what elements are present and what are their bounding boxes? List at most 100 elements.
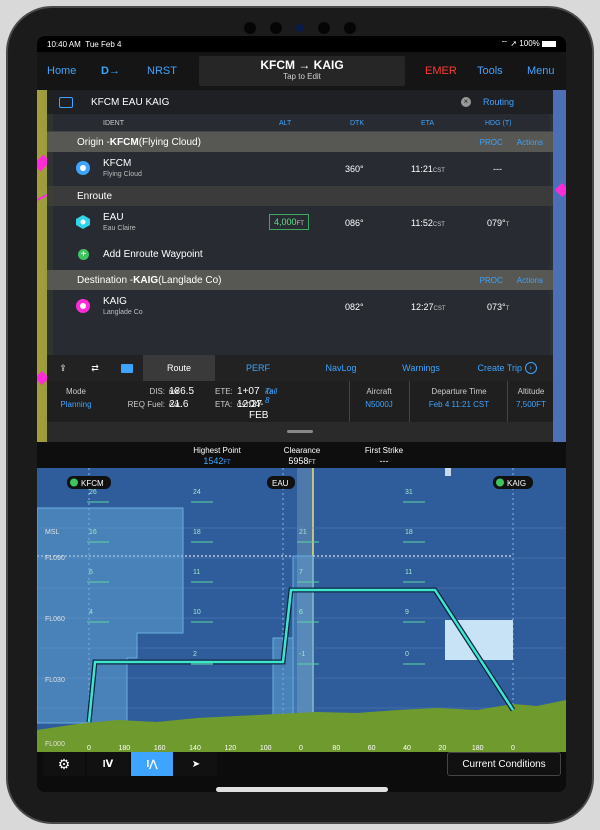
req-fuel-value: 21.6: [169, 399, 189, 410]
route-title-button[interactable]: KFCM → KAIG Tap to Edit: [199, 56, 405, 86]
aircraft-value[interactable]: N5000J: [353, 400, 405, 409]
highest-point-label: Highest Point: [193, 446, 241, 455]
x-tick-label: 0: [87, 745, 91, 752]
waypoint-eta: 12:27: [411, 302, 434, 312]
destination-header: Destination - KAIG (Langlade Co) PROC Act…: [47, 270, 553, 290]
nrst-button[interactable]: NRST: [147, 65, 177, 77]
waypoint-alt-field[interactable]: 4,000FT: [269, 214, 309, 230]
add-waypoint-row[interactable]: + Add Enroute Waypoint: [47, 240, 553, 270]
waypoint-name: Eau Claire: [103, 225, 136, 232]
waypoint-tag-eau-label: EAU: [272, 479, 289, 488]
create-trip-button[interactable]: Create Trip ›: [461, 355, 553, 381]
chevron-right-icon: ›: [524, 362, 537, 374]
battery-icon: [542, 40, 556, 47]
route-search-row: KFCM EAU KAIG × Routing: [47, 90, 553, 114]
waypoint-tag-eau[interactable]: EAU: [267, 476, 295, 489]
wind-label: 18: [193, 529, 201, 536]
current-conditions-label: Current Conditions: [462, 758, 546, 770]
col-eta[interactable]: ETA: [421, 120, 434, 127]
x-tick-label: 0: [511, 745, 515, 752]
waypoint-eta: 11:52: [411, 218, 433, 228]
eta-label: ETA:: [215, 400, 233, 409]
home-button[interactable]: Home: [47, 65, 76, 77]
destination-actions-button[interactable]: Actions: [517, 276, 543, 285]
waypoint-tag-kfcm[interactable]: KFCM: [67, 476, 111, 489]
tab-perf[interactable]: PERF: [215, 355, 301, 381]
track-up-button[interactable]: ➤: [175, 752, 217, 776]
origin-proc-button[interactable]: PROC: [480, 138, 503, 147]
trip-info-bar: Mode Planning DIS: 186.5 NM REQ Fuel: 21.…: [47, 381, 553, 422]
col-hdg[interactable]: HDG (T): [485, 120, 511, 127]
route-subtitle: Tap to Edit: [283, 72, 321, 81]
wind-label: -1: [299, 651, 305, 658]
flight-plan-panel: KFCM EAU KAIG × Routing IDENT ALT DTK ET…: [47, 90, 553, 375]
destination-name: (Langlade Co): [158, 274, 222, 286]
tools-button[interactable]: Tools: [477, 65, 503, 77]
profile-view-button[interactable]: I⋀: [131, 752, 173, 776]
waypoint-hdg: 079°: [487, 218, 506, 228]
wind-label: 10: [193, 609, 201, 616]
reverse-icon[interactable]: ⇄: [79, 355, 111, 381]
clearance-unit: FT: [308, 460, 316, 466]
waypoint-tag-kaig-label: KAIG: [507, 479, 526, 488]
col-alt[interactable]: ALT: [279, 120, 291, 127]
route-input[interactable]: KFCM EAU KAIG: [91, 97, 461, 108]
waypoint-eta-unit: CST: [432, 222, 445, 228]
highest-point-unit: FT: [223, 460, 231, 466]
waypoint-name: Langlade Co: [103, 309, 143, 316]
tab-route[interactable]: Route: [143, 355, 215, 381]
location-icon: ➚: [510, 39, 518, 48]
waypoint-row-destination[interactable]: KAIG Langlade Co 082° 12:27CST 073°T: [47, 290, 553, 324]
direct-to-button[interactable]: D→: [101, 65, 120, 77]
col-dtk[interactable]: DTK: [350, 120, 364, 127]
wind-label: 31: [405, 489, 413, 496]
waypoint-name: Flying Cloud: [103, 171, 142, 178]
home-indicator[interactable]: [216, 787, 388, 792]
vertical-scale-button[interactable]: I𝗩: [87, 752, 129, 776]
current-conditions-button[interactable]: Current Conditions: [447, 752, 561, 776]
origin-header: Origin - KFCM (Flying Cloud) PROC Actions: [47, 132, 553, 152]
waypoint-hdg: ---: [493, 164, 502, 174]
x-tick-label: 80: [332, 745, 340, 752]
waypoint-ident: KAIG: [103, 296, 127, 307]
emergency-button[interactable]: EMER: [425, 65, 457, 77]
tab-navlog-label: NavLog: [325, 363, 357, 373]
clear-icon[interactable]: ×: [461, 97, 471, 107]
enroute-header: Enroute: [47, 186, 553, 206]
tab-navlog[interactable]: NavLog: [301, 355, 381, 381]
waypoint-tag-kaig[interactable]: KAIG: [493, 476, 533, 489]
waypoint-alt-unit: FT: [296, 221, 304, 227]
origin-actions-button[interactable]: Actions: [517, 138, 543, 147]
departure-value[interactable]: Feb 4 11:21 CST: [413, 400, 505, 409]
divider: [409, 381, 410, 422]
waypoint-eta: 11:21: [411, 164, 433, 174]
status-date: Tue Feb 4: [85, 39, 122, 49]
panel-drag-handle[interactable]: [47, 422, 553, 442]
share-icon[interactable]: ⇪: [47, 355, 79, 381]
mode-value[interactable]: Planning: [51, 400, 101, 409]
destination-proc-button[interactable]: PROC: [480, 276, 503, 285]
waypoint-hdg-unit: T: [505, 222, 510, 228]
clearance-label: Clearance: [283, 446, 321, 455]
menu-button[interactable]: Menu: [527, 65, 555, 77]
add-icon: +: [78, 249, 89, 260]
vertical-profile-chart[interactable]: 26 24 31 16 18 21 18 6 11 7 11 4 10 6 9 2 -1 0 0 180 160 140…: [37, 468, 566, 752]
weather-cell: [445, 468, 451, 476]
sync-icon[interactable]: [111, 355, 143, 381]
wind-label: 0: [405, 651, 409, 658]
origin-name: (Flying Cloud): [138, 136, 201, 148]
gear-icon: ⚙: [57, 755, 71, 772]
settings-button[interactable]: ⚙: [43, 752, 85, 776]
x-tick-label: 0: [299, 745, 303, 752]
arrow-icon: ➤: [191, 758, 201, 770]
tab-warnings[interactable]: Warnings: [381, 355, 461, 381]
waypoint-dtk: 086°: [345, 218, 364, 228]
routing-button[interactable]: Routing: [483, 97, 514, 107]
wind-label: 21: [299, 529, 307, 536]
highest-point-value: 1542: [203, 456, 224, 466]
waypoint-row-origin[interactable]: KFCM Flying Cloud 360° 11:21CST ---: [47, 152, 553, 186]
altitude-value[interactable]: 7,500FT: [509, 400, 553, 409]
sidebar-toggle-icon[interactable]: [59, 96, 73, 108]
wind-label: 16: [89, 529, 97, 536]
waypoint-row-enroute[interactable]: EAU Eau Claire 4,000FT 086° 11:52CST 079…: [47, 206, 553, 240]
